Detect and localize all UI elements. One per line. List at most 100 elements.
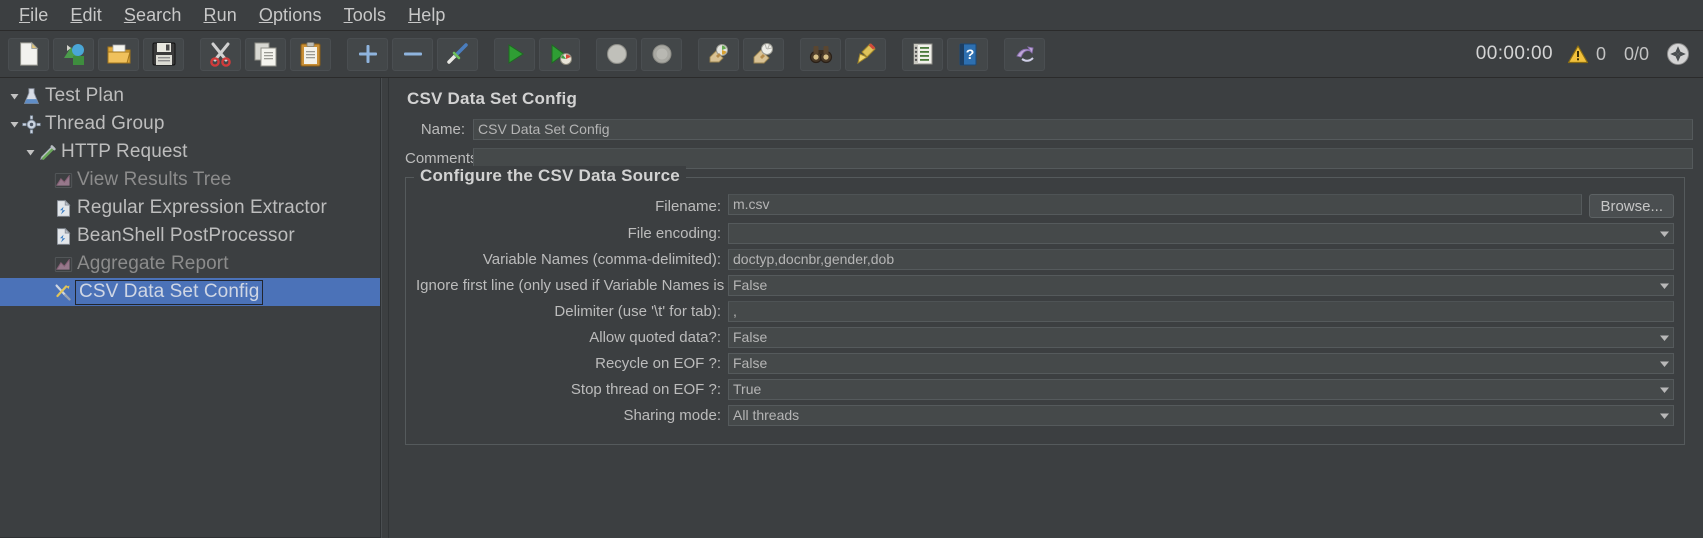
browse-button[interactable]: Browse... — [1589, 194, 1674, 218]
stop-button[interactable] — [596, 37, 637, 71]
name-label: Name: — [420, 121, 465, 138]
tree-item-regular-expression-extractor[interactable]: Regular Expression Extractor — [0, 194, 380, 222]
tree-item-thread-group[interactable]: Thread Group — [0, 110, 380, 138]
tree-item-test-plan[interactable]: Test Plan — [0, 82, 380, 110]
combo-value-ignore-first-line-only-used-if-variable-names-is-not-empty: False — [733, 277, 768, 293]
shutdown-button[interactable] — [641, 37, 682, 71]
copy-button[interactable] — [245, 37, 286, 71]
menu-tools[interactable]: Tools — [333, 3, 398, 28]
menu-run[interactable]: Run — [192, 3, 247, 28]
tree-expand-chevron-down-icon[interactable] — [22, 147, 38, 158]
tree-item-label: Regular Expression Extractor — [77, 197, 327, 218]
field-row-delimiter-use-t-for-tab: Delimiter (use '\t' for tab):, — [416, 301, 1674, 322]
clipboard-paste-icon — [298, 41, 324, 67]
chevron-down-icon[interactable] — [1656, 230, 1673, 238]
active-threads-ratio: 0/0 — [1623, 43, 1649, 64]
menu-file[interactable]: File — [8, 3, 59, 28]
chevron-down-icon[interactable] — [1656, 386, 1673, 394]
csv-config-icon — [54, 283, 73, 302]
clear-all-button[interactable] — [743, 37, 784, 71]
field-row-allow-quoted-data: Allow quoted data?: False — [416, 327, 1674, 348]
clear-button[interactable] — [698, 37, 739, 71]
save-floppy-icon — [151, 41, 177, 67]
open-button[interactable] — [98, 37, 139, 71]
csv-data-source-group: Configure the CSV Data Source Filename: m… — [405, 166, 1685, 445]
tree-item-label: View Results Tree — [77, 169, 232, 190]
reset-search-button[interactable] — [845, 37, 886, 71]
menu-mnemonic: E — [70, 4, 83, 25]
combo-value-sharing-mode: All threads — [733, 407, 800, 423]
element-detail-panel: CSV Data Set Config Name: CSV Data Set C… — [389, 78, 1703, 538]
menu-options[interactable]: Options — [248, 3, 333, 28]
cut-button[interactable] — [200, 37, 241, 71]
function-helper-button[interactable] — [902, 37, 943, 71]
tree-item-label: CSV Data Set Config — [75, 279, 264, 305]
field-row-file-encoding: File encoding: — [416, 223, 1674, 244]
undo-button[interactable] — [1004, 37, 1045, 71]
search-button[interactable] — [800, 37, 841, 71]
combo-ignore-first-line-only-used-if-variable-names-is-not-empty[interactable]: False — [728, 275, 1674, 296]
menu-help[interactable]: Help — [397, 3, 456, 28]
combo-file-encoding[interactable] — [728, 223, 1674, 244]
jmeter-window: File Edit Search Run Options Tools Help ? 00:0… — [0, 0, 1703, 538]
results-tree-icon — [54, 255, 73, 274]
open-folder-icon — [106, 41, 132, 67]
chevron-down-icon[interactable] — [1656, 282, 1673, 290]
field-control-wrap: m.csv Browse... — [728, 194, 1674, 218]
warning-indicator[interactable]: 0 — [1567, 44, 1606, 65]
expand-all-button[interactable] — [347, 37, 388, 71]
menu-search[interactable]: Search — [113, 3, 193, 28]
new-button[interactable] — [8, 37, 49, 71]
menu-mnemonic: O — [258, 4, 273, 25]
tree-item-csv-data-set-config[interactable]: CSV Data Set Config — [0, 278, 380, 306]
field-control-wrap: , — [728, 301, 1674, 322]
test-plan-tree[interactable]: Test Plan Thread Group HTTP Request View Re… — [0, 78, 381, 538]
start-no-pauses-button[interactable] — [539, 37, 580, 71]
paste-button[interactable] — [290, 37, 331, 71]
field-control-wrap: doctyp,docnbr,gender,dob — [728, 249, 1674, 270]
menu-label-rest: ptions — [272, 4, 322, 25]
plus-icon — [356, 42, 380, 66]
menu-edit[interactable]: Edit — [59, 3, 112, 28]
input-filename[interactable]: m.csv — [728, 194, 1583, 215]
menu-bar: File Edit Search Run Options Tools Help — [0, 0, 1703, 31]
tree-item-beanshell-postprocessor[interactable]: BeanShell PostProcessor — [0, 222, 380, 250]
tree-item-http-request[interactable]: HTTP Request — [0, 138, 380, 166]
field-label-ignore-first-line-only-used-if-variable-names-is-not-empty: Ignore first line (only used if Variable… — [416, 277, 804, 294]
toggle-button[interactable] — [437, 37, 478, 71]
templates-button[interactable] — [53, 37, 94, 71]
menu-label-rest: un — [216, 4, 237, 25]
comments-label: Comments: — [405, 150, 482, 167]
tree-item-view-results-tree[interactable]: View Results Tree — [0, 166, 380, 194]
shutdown-circle-icon — [650, 42, 674, 66]
name-input[interactable]: CSV Data Set Config — [473, 119, 1693, 140]
chevron-down-icon[interactable] — [1656, 360, 1673, 368]
tree-item-label: Thread Group — [45, 113, 165, 134]
field-row-sharing-mode: Sharing mode: All threads — [416, 405, 1674, 426]
combo-recycle-on-eof[interactable]: False — [728, 353, 1674, 374]
combo-sharing-mode[interactable]: All threads — [728, 405, 1674, 426]
menu-mnemonic: S — [123, 4, 136, 25]
start-button[interactable] — [494, 37, 535, 71]
tree-item-label: Aggregate Report — [77, 253, 229, 274]
help-button[interactable]: ? — [947, 37, 988, 71]
combo-stop-thread-on-eof[interactable]: True — [728, 379, 1674, 400]
chevron-down-icon[interactable] — [1656, 334, 1673, 342]
save-button[interactable] — [143, 37, 184, 71]
tree-expand-chevron-down-icon[interactable] — [6, 119, 22, 130]
remote-connect-icon[interactable] — [1665, 41, 1691, 67]
menu-label-rest: ools — [352, 4, 387, 25]
collapse-all-button[interactable] — [392, 37, 433, 71]
chevron-down-icon[interactable] — [1656, 412, 1673, 420]
clear-all-icon — [752, 42, 776, 66]
tree-item-aggregate-report[interactable]: Aggregate Report — [0, 250, 380, 278]
split-divider[interactable] — [381, 78, 389, 538]
tree-item-label: BeanShell PostProcessor — [77, 225, 295, 246]
input-variable-names-comma-delimited[interactable]: doctyp,docnbr,gender,dob — [728, 249, 1674, 270]
broom-icon — [854, 42, 878, 66]
input-delimiter-use-t-for-tab[interactable]: , — [728, 301, 1674, 322]
thread-group-gear-icon — [22, 114, 41, 134]
field-label-stop-thread-on-eof: Stop thread on EOF ?: — [570, 381, 721, 398]
tree-expand-chevron-down-icon[interactable] — [6, 91, 22, 102]
combo-allow-quoted-data[interactable]: False — [728, 327, 1674, 348]
